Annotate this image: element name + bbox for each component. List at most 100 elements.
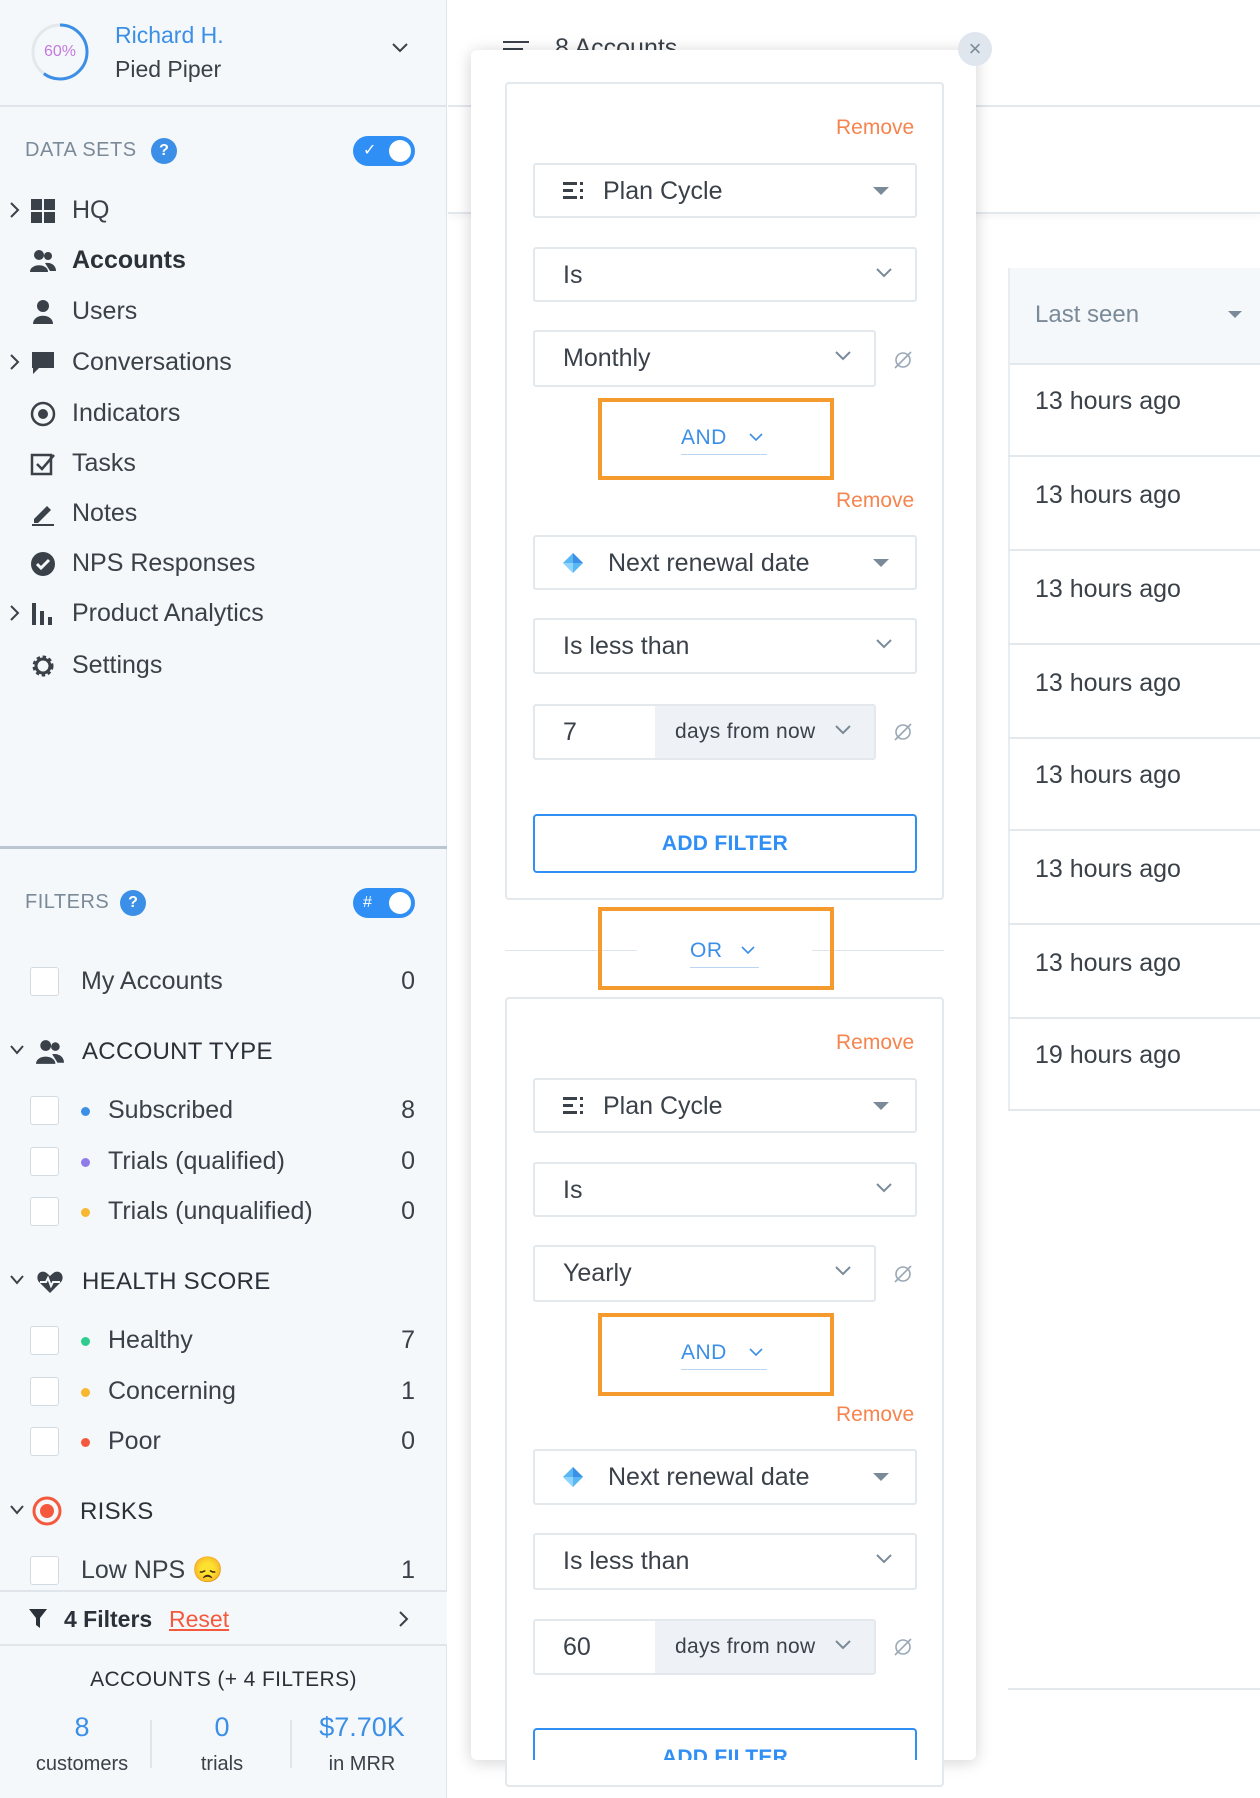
clear-icon[interactable] xyxy=(892,1636,914,1658)
group-title: HEALTH SCORE xyxy=(82,1268,271,1295)
active-filters-bar[interactable]: 4 Filters Reset xyxy=(0,1590,447,1646)
operator-select[interactable]: Is less than xyxy=(533,618,917,674)
days-field[interactable]: 7 days from now xyxy=(533,704,876,760)
sort-caret-icon[interactable] xyxy=(1228,311,1242,318)
nav-item-notes[interactable]: Notes xyxy=(0,491,447,535)
remove-link[interactable]: Remove xyxy=(836,1031,914,1055)
number-input[interactable]: 60 xyxy=(563,1633,591,1662)
nav-item-accounts[interactable]: Accounts xyxy=(0,238,447,282)
field-select[interactable]: Plan Cycle xyxy=(533,1078,917,1133)
filter-label: Low NPS 😞 xyxy=(81,1556,224,1584)
user-name[interactable]: Richard H. xyxy=(115,22,224,49)
field-select[interactable]: Next renewal date xyxy=(533,535,917,590)
table-row[interactable]: 13 hours ago xyxy=(1008,737,1260,831)
filter-my-accounts[interactable]: My Accounts 0 xyxy=(0,961,447,1001)
nav-label: Product Analytics xyxy=(72,599,264,627)
operator-select[interactable]: Is xyxy=(533,247,917,302)
table-row[interactable]: 13 hours ago xyxy=(1008,645,1260,739)
clear-icon[interactable] xyxy=(892,721,914,743)
filter-subscribed[interactable]: Subscribed 8 xyxy=(0,1090,447,1130)
table-row[interactable]: 13 hours ago xyxy=(1008,925,1260,1019)
clear-icon[interactable] xyxy=(892,1263,914,1285)
number-input[interactable]: 7 xyxy=(563,718,577,747)
nav-item-tasks[interactable]: Tasks xyxy=(0,441,447,485)
chevron-right-icon[interactable] xyxy=(9,200,21,220)
bar-chart-icon xyxy=(32,603,52,625)
nav-label: Indicators xyxy=(72,399,181,427)
nav-item-conversations[interactable]: Conversations xyxy=(0,340,447,384)
clear-icon[interactable] xyxy=(892,349,914,371)
group-health-score[interactable]: HEALTH SCORE xyxy=(0,1260,447,1300)
nav-item-product-analytics[interactable]: Product Analytics xyxy=(0,591,447,635)
filter-poor[interactable]: Poor 0 xyxy=(0,1421,447,1461)
select-value: Plan Cycle xyxy=(603,177,723,205)
unit-value: days from now xyxy=(675,1635,816,1658)
datasets-toggle[interactable]: ✓ xyxy=(353,136,415,166)
status-dot xyxy=(81,1107,90,1116)
checkbox[interactable] xyxy=(30,1147,59,1176)
nav-item-nps-responses[interactable]: NPS Responses xyxy=(0,541,447,585)
checkbox[interactable] xyxy=(30,967,59,996)
chevron-down-icon xyxy=(876,268,892,278)
checkbox[interactable] xyxy=(30,1326,59,1355)
nav-item-indicators[interactable]: Indicators xyxy=(0,391,447,435)
table-row[interactable]: 19 hours ago xyxy=(1008,1017,1260,1111)
stat-trials[interactable]: 0 trials xyxy=(152,1712,292,1776)
add-filter-button[interactable]: ADD FILTER xyxy=(533,814,917,873)
checkbox[interactable] xyxy=(30,1096,59,1125)
value-select[interactable]: Monthly xyxy=(533,330,876,387)
stat-mrr[interactable]: $7.70K in MRR xyxy=(292,1712,432,1776)
table-row[interactable]: 13 hours ago xyxy=(1008,457,1260,551)
chevron-right-icon[interactable] xyxy=(9,603,21,623)
value-select[interactable]: Yearly xyxy=(533,1245,876,1302)
group-risks[interactable]: RISKS xyxy=(0,1490,447,1530)
chevron-down-icon[interactable] xyxy=(391,42,409,54)
remove-link[interactable]: Remove xyxy=(836,116,914,140)
reset-link[interactable]: Reset xyxy=(169,1606,229,1633)
nav-label: HQ xyxy=(72,196,110,224)
operator-select[interactable]: Is less than xyxy=(533,1533,917,1590)
unit-select[interactable]: days from now xyxy=(655,1621,874,1673)
checkbox[interactable] xyxy=(30,1377,59,1406)
checkbox[interactable] xyxy=(30,1427,59,1456)
close-icon[interactable]: × xyxy=(958,32,992,66)
chevron-right-icon[interactable] xyxy=(9,352,21,372)
stat-label: trials xyxy=(200,1753,244,1775)
people-icon xyxy=(36,1040,64,1064)
chevron-right-icon[interactable] xyxy=(398,1609,410,1629)
stat-customers[interactable]: 8 customers xyxy=(12,1712,152,1776)
checkbox[interactable] xyxy=(30,1197,59,1226)
days-field[interactable]: 60 days from now xyxy=(533,1619,876,1675)
filter-concerning[interactable]: Concerning 1 xyxy=(0,1371,447,1411)
filter-trials-qualified[interactable]: Trials (qualified) 0 xyxy=(0,1141,447,1181)
chevron-down-icon[interactable] xyxy=(9,1504,25,1516)
field-select[interactable]: Plan Cycle xyxy=(533,163,917,218)
table-row[interactable]: 13 hours ago xyxy=(1008,363,1260,457)
chevron-down-icon[interactable] xyxy=(9,1044,25,1056)
nav-item-hq[interactable]: HQ xyxy=(0,188,447,232)
select-value: Is less than xyxy=(563,632,690,660)
chevron-down-icon[interactable] xyxy=(9,1274,25,1286)
filter-trials-unqualified[interactable]: Trials (unqualified) 0 xyxy=(0,1191,447,1231)
field-select[interactable]: Next renewal date xyxy=(533,1449,917,1505)
nav-item-users[interactable]: Users xyxy=(0,289,447,333)
status-dot xyxy=(81,1337,90,1346)
datasets-help-icon[interactable]: ? xyxy=(151,138,177,164)
add-filter-button[interactable]: ADD FILTER xyxy=(533,1728,917,1760)
remove-link[interactable]: Remove xyxy=(836,489,914,513)
unit-select[interactable]: days from now xyxy=(655,706,874,758)
table-row[interactable]: 13 hours ago xyxy=(1008,831,1260,925)
add-filter-clip: ADD FILTER xyxy=(533,1728,917,1760)
group-account-type[interactable]: ACCOUNT TYPE xyxy=(0,1030,447,1070)
filters-help-icon[interactable]: ? xyxy=(120,890,146,916)
profile-header[interactable]: 60% Richard H. Pied Piper xyxy=(0,0,447,107)
filter-healthy[interactable]: Healthy 7 xyxy=(0,1320,447,1360)
checkbox[interactable] xyxy=(30,1556,59,1585)
remove-link[interactable]: Remove xyxy=(836,1403,914,1427)
nav-item-settings[interactable]: Settings xyxy=(0,643,447,687)
sidebar-divider[interactable] xyxy=(0,846,447,849)
filters-toggle[interactable]: # xyxy=(353,888,415,918)
table-row[interactable]: 13 hours ago xyxy=(1008,551,1260,645)
filter-low-nps[interactable]: Low NPS 😞 1 xyxy=(0,1550,447,1590)
operator-select[interactable]: Is xyxy=(533,1162,917,1217)
